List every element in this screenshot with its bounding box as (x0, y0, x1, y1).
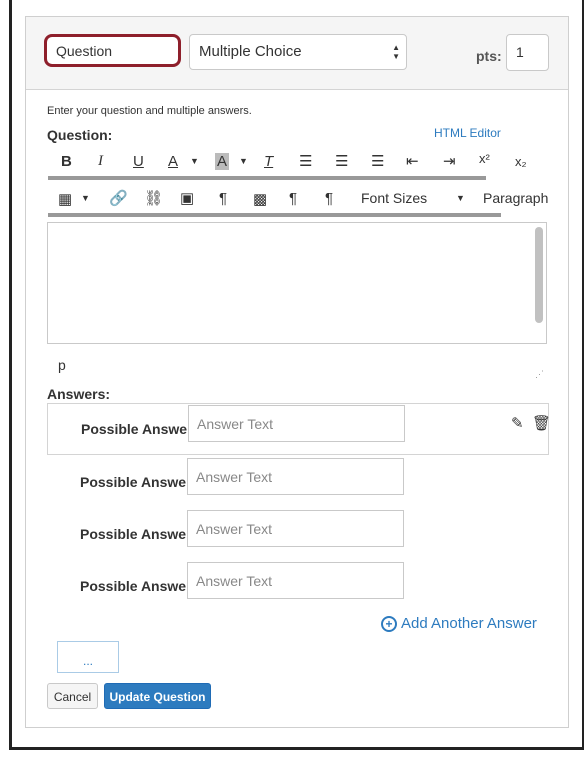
answer-row: Possible Answer Answer Text ✎ 🗑 (47, 403, 551, 455)
link-icon[interactable]: 🔗 (109, 189, 128, 207)
align-right-icon[interactable]: ☰ (371, 152, 384, 170)
answer-text-input[interactable]: Answer Text (187, 510, 404, 547)
editor-path: p (58, 357, 66, 373)
text-color-dropdown-icon[interactable]: ▼ (190, 156, 199, 166)
possible-answer-label: Possible Answer (80, 474, 192, 490)
align-left-icon[interactable]: ☰ (299, 152, 312, 170)
possible-answer-label: Possible Answer (80, 578, 192, 594)
italic-icon[interactable]: I (98, 153, 103, 170)
possible-answer-label: Possible Answer (81, 421, 193, 437)
instructions-text: Enter your question and multiple answers… (47, 105, 252, 117)
align-center-icon[interactable]: ☰ (335, 152, 348, 170)
question-text-editor[interactable] (47, 222, 547, 344)
add-another-answer-label: Add Another Answer (401, 615, 537, 632)
answer-row: Possible Answer Answer Text (47, 457, 549, 509)
more-options-tooltip[interactable]: ... (57, 641, 119, 673)
indent-icon[interactable]: ⇥ (443, 152, 456, 170)
answer-row: Possible Answer Answer Text (47, 561, 549, 613)
answer-row: Possible Answer Answer Text (47, 509, 549, 561)
outdent-icon[interactable]: ⇤ (406, 152, 419, 170)
text-color-icon[interactable]: A (168, 153, 178, 170)
rtl-icon[interactable]: ¶ (325, 190, 333, 207)
pencil-icon[interactable]: ✎ (511, 414, 524, 432)
toolbar-row1-scrollbar (48, 176, 486, 180)
question-type-value: Multiple Choice (199, 43, 302, 60)
bold-icon[interactable]: B (61, 153, 72, 170)
background-color-icon[interactable]: A (215, 153, 230, 170)
editor-scrollbar[interactable] (535, 227, 543, 323)
table-icon[interactable]: ▦ (58, 190, 72, 208)
trash-icon[interactable]: 🗑 (532, 414, 551, 432)
toolbar-row2-scrollbar (48, 213, 501, 217)
superscript-icon[interactable]: x² (479, 151, 490, 166)
question-type-select[interactable]: Multiple Choice ▲ ▼ (189, 34, 407, 70)
pilcrow-icon[interactable]: ¶ (219, 190, 227, 207)
underline-icon[interactable]: U (133, 153, 144, 170)
update-question-button[interactable]: Update Question (104, 683, 211, 709)
background-color-dropdown-icon[interactable]: ▼ (239, 156, 248, 166)
cancel-button[interactable]: Cancel (47, 683, 98, 709)
answer-text-input[interactable]: Answer Text (187, 562, 404, 599)
media-icon[interactable]: ▩ (253, 190, 267, 208)
image-icon[interactable]: ▣ (180, 189, 194, 207)
paragraph-select[interactable]: Paragraph (483, 190, 548, 206)
points-label: pts: (476, 48, 502, 64)
answer-text-input[interactable]: Answer Text (187, 458, 404, 495)
clear-formatting-icon[interactable]: T (264, 153, 273, 170)
ltr-icon[interactable]: ¶ (289, 190, 297, 207)
question-header: Question Multiple Choice ▲ ▼ pts: 1 (26, 17, 568, 90)
font-sizes-dropdown-icon[interactable]: ▼ (456, 193, 465, 203)
question-label: Question: (47, 127, 113, 143)
possible-answer-label: Possible Answer (80, 526, 192, 542)
add-another-answer-link[interactable]: + Add Another Answer (381, 615, 537, 632)
unlink-icon[interactable]: ⛓ (144, 189, 163, 207)
question-name-input[interactable]: Question (44, 34, 181, 67)
html-editor-link[interactable]: HTML Editor (434, 126, 501, 140)
answer-text-input[interactable]: Answer Text (188, 405, 405, 442)
select-arrows-icon: ▲ ▼ (392, 43, 400, 61)
table-dropdown-icon[interactable]: ▼ (81, 193, 90, 203)
plus-circle-icon: + (381, 616, 397, 632)
answers-label: Answers: (47, 386, 111, 402)
subscript-icon[interactable]: x₂ (515, 154, 527, 169)
font-sizes-select[interactable]: Font Sizes (361, 190, 427, 206)
points-input[interactable]: 1 (506, 34, 549, 71)
resize-grip-icon[interactable]: ⋰ (535, 369, 544, 380)
question-panel: Question Multiple Choice ▲ ▼ pts: 1 Enter… (25, 16, 569, 728)
